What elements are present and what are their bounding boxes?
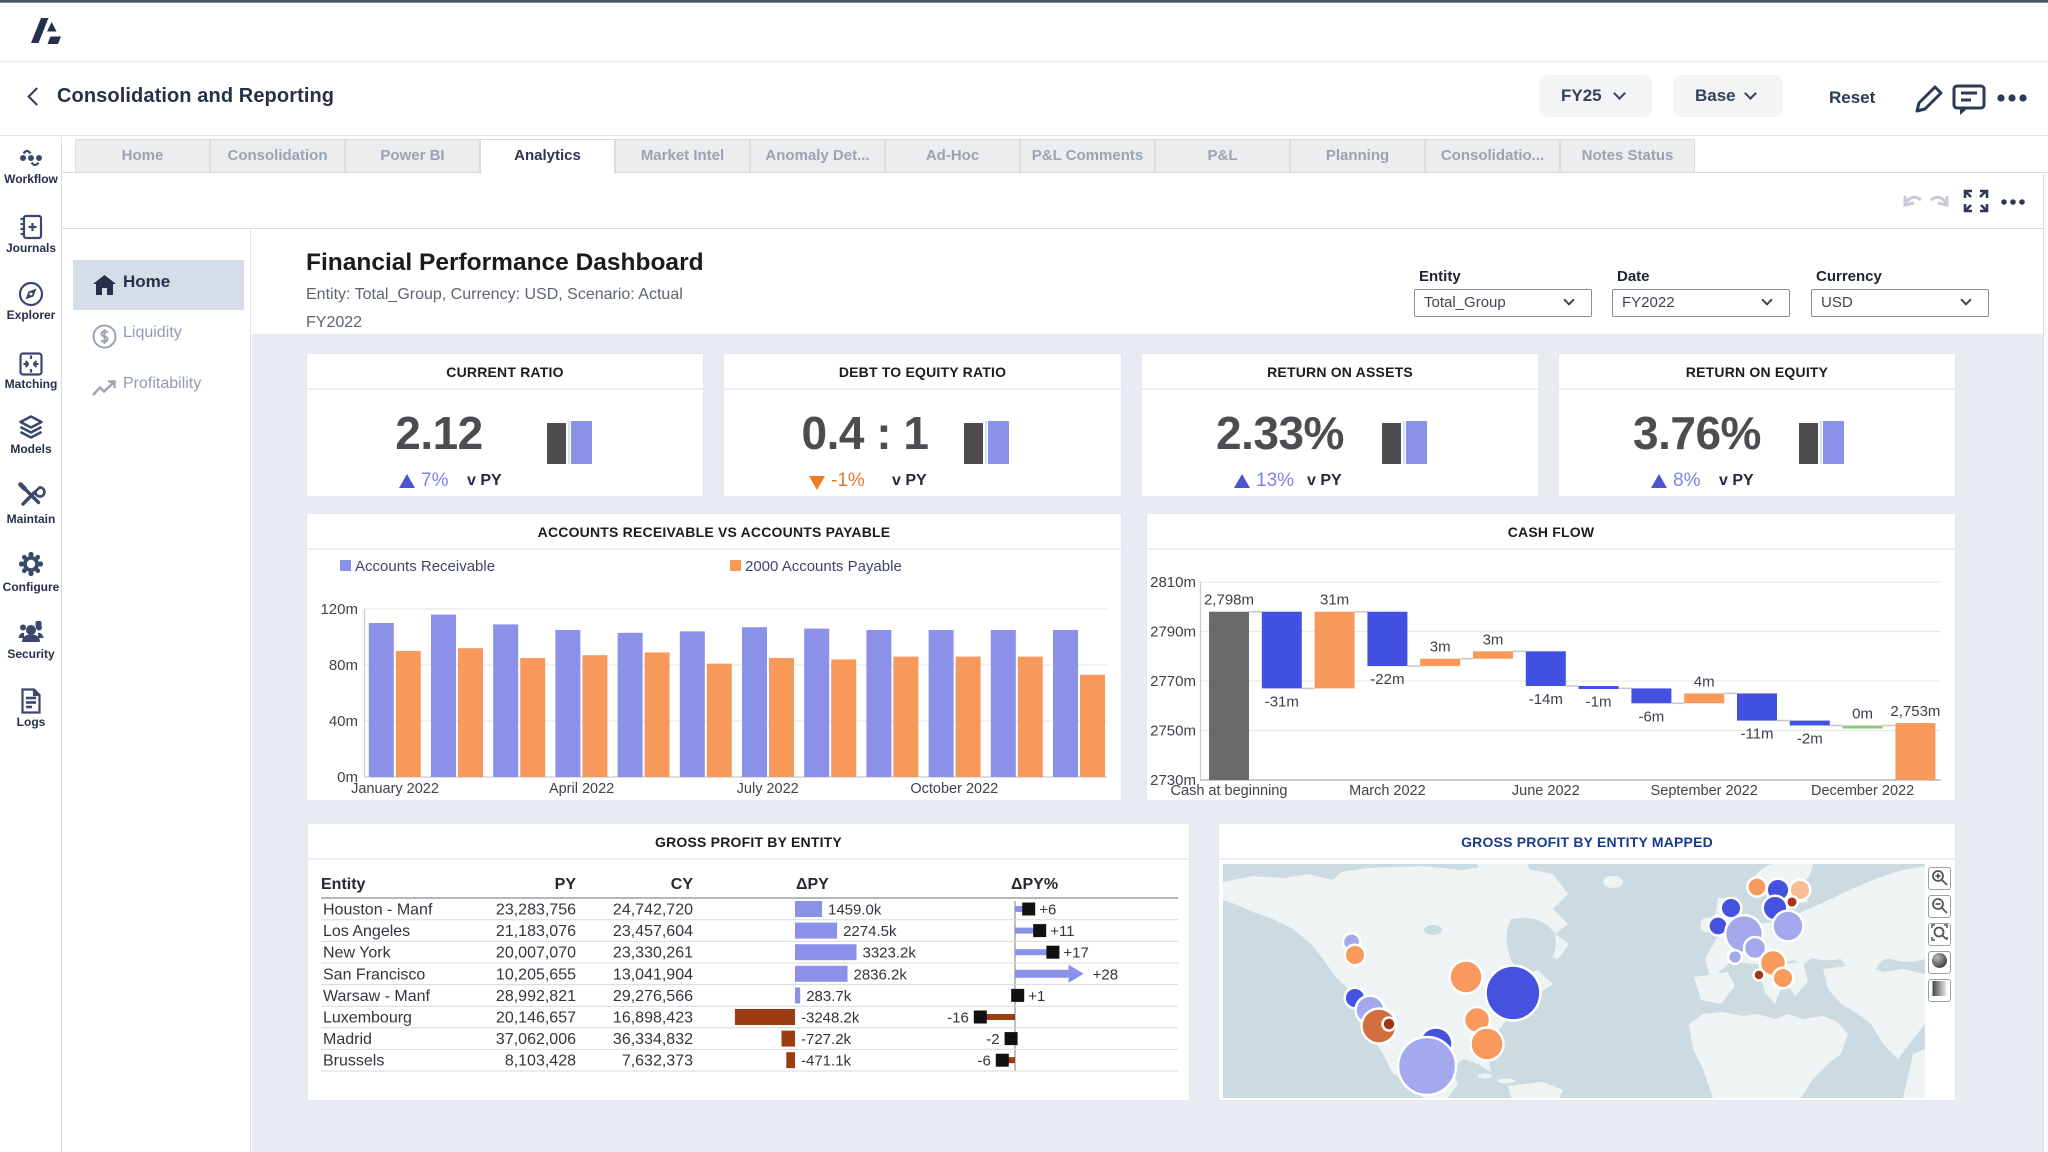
- svg-text:-6: -6: [977, 1053, 990, 1070]
- svg-text:80m: 80m: [329, 657, 358, 674]
- svg-text:21,183,076: 21,183,076: [496, 923, 576, 940]
- svg-text:+1: +1: [1028, 988, 1045, 1005]
- svg-text:16,898,423: 16,898,423: [613, 1010, 693, 1027]
- svg-text:23,283,756: 23,283,756: [496, 902, 576, 919]
- svg-text:1459.0k: 1459.0k: [828, 902, 882, 919]
- svg-text:Luxembourg: Luxembourg: [323, 1010, 412, 1027]
- svg-text:20,007,070: 20,007,070: [496, 945, 576, 962]
- svg-text:+28: +28: [1093, 966, 1118, 983]
- svg-text:4m: 4m: [1694, 673, 1715, 690]
- svg-text:29,276,566: 29,276,566: [613, 988, 693, 1005]
- svg-text:23,330,261: 23,330,261: [613, 945, 693, 962]
- svg-text:Madrid: Madrid: [323, 1031, 372, 1048]
- svg-text:8,103,428: 8,103,428: [505, 1053, 576, 1070]
- svg-text:2790m: 2790m: [1150, 624, 1196, 641]
- svg-text:283.7k: 283.7k: [806, 988, 852, 1005]
- svg-text:3m: 3m: [1430, 639, 1451, 656]
- svg-text:Accounts Receivable: Accounts Receivable: [355, 558, 495, 575]
- svg-text:40m: 40m: [329, 713, 358, 730]
- svg-text:2,798m: 2,798m: [1204, 592, 1254, 609]
- svg-text:-22m: -22m: [1370, 671, 1404, 688]
- svg-text:Cash at beginning: Cash at beginning: [1171, 783, 1288, 799]
- svg-text:36,334,832: 36,334,832: [613, 1031, 693, 1048]
- svg-text:December 2022: December 2022: [1811, 783, 1914, 799]
- svg-text:-2: -2: [986, 1031, 999, 1048]
- svg-text:-31m: -31m: [1265, 693, 1299, 710]
- svg-text:Houston - Manf: Houston - Manf: [323, 902, 433, 919]
- svg-text:10,205,655: 10,205,655: [496, 966, 576, 983]
- svg-text:-1m: -1m: [1586, 693, 1612, 710]
- svg-text:7,632,373: 7,632,373: [622, 1053, 693, 1070]
- svg-text:0m: 0m: [1852, 706, 1873, 723]
- svg-text:24,742,720: 24,742,720: [613, 902, 693, 919]
- svg-text:2750m: 2750m: [1150, 723, 1196, 740]
- svg-text:-727.2k: -727.2k: [801, 1031, 852, 1048]
- svg-text:-11m: -11m: [1740, 726, 1773, 743]
- svg-text:Brussels: Brussels: [323, 1053, 384, 1070]
- svg-text:June 2022: June 2022: [1512, 783, 1580, 799]
- svg-text:Los Angeles: Los Angeles: [323, 923, 410, 940]
- svg-text:-3248.2k: -3248.2k: [801, 1010, 860, 1027]
- svg-text:28,992,821: 28,992,821: [496, 988, 576, 1005]
- svg-text:ΔPY%: ΔPY%: [1011, 876, 1058, 893]
- svg-text:2000 Accounts Payable: 2000 Accounts Payable: [745, 558, 902, 575]
- svg-text:2,753m: 2,753m: [1890, 703, 1940, 720]
- svg-text:PY: PY: [555, 876, 577, 893]
- svg-text:New York: New York: [323, 945, 392, 962]
- svg-text:2770m: 2770m: [1150, 673, 1196, 690]
- svg-text:2836.2k: 2836.2k: [854, 966, 908, 983]
- svg-text:23,457,604: 23,457,604: [613, 923, 693, 940]
- svg-text:April 2022: April 2022: [549, 781, 614, 797]
- svg-text:31m: 31m: [1320, 592, 1349, 609]
- svg-text:3m: 3m: [1483, 631, 1504, 648]
- svg-text:July 2022: July 2022: [737, 781, 799, 797]
- svg-text:-14m: -14m: [1529, 691, 1563, 708]
- svg-text:+11: +11: [1050, 923, 1074, 940]
- svg-text:October 2022: October 2022: [910, 781, 998, 797]
- svg-text:37,062,006: 37,062,006: [496, 1031, 576, 1048]
- svg-text:-471.1k: -471.1k: [801, 1053, 852, 1070]
- svg-text:+6: +6: [1039, 902, 1056, 919]
- svg-text:-6m: -6m: [1638, 708, 1664, 725]
- svg-text:-2m: -2m: [1797, 731, 1823, 748]
- svg-text:2274.5k: 2274.5k: [843, 923, 897, 940]
- svg-text:September 2022: September 2022: [1651, 783, 1758, 799]
- svg-text:120m: 120m: [320, 601, 358, 618]
- svg-text:20,146,657: 20,146,657: [496, 1010, 576, 1027]
- svg-text:Entity: Entity: [321, 876, 366, 893]
- svg-text:2810m: 2810m: [1150, 574, 1196, 591]
- svg-text:-16: -16: [947, 1010, 969, 1027]
- svg-text:13,041,904: 13,041,904: [613, 966, 693, 983]
- svg-text:CY: CY: [671, 876, 694, 893]
- svg-text:March 2022: March 2022: [1349, 783, 1426, 799]
- svg-text:+17: +17: [1063, 945, 1088, 962]
- svg-text:ΔPY: ΔPY: [796, 876, 829, 893]
- svg-text:San Francisco: San Francisco: [323, 966, 425, 983]
- svg-text:3323.2k: 3323.2k: [863, 945, 917, 962]
- svg-text:January 2022: January 2022: [351, 781, 439, 797]
- svg-text:Warsaw - Manf: Warsaw - Manf: [323, 988, 431, 1005]
